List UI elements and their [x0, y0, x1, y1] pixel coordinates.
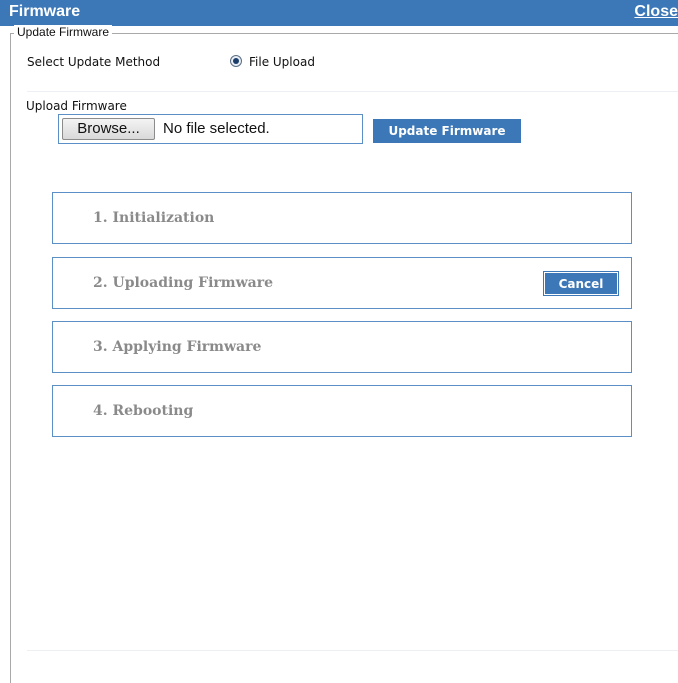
step-initialization: 1. Initialization: [52, 192, 632, 244]
browse-button[interactable]: Browse...: [62, 118, 155, 140]
step-label: 2. Uploading Firmware: [93, 275, 274, 291]
section-divider: [27, 91, 678, 92]
firmware-dialog: Firmware Close Update Firmware Select Up…: [0, 0, 678, 683]
update-firmware-button[interactable]: Update Firmware: [373, 119, 521, 143]
file-upload-radio-label[interactable]: File Upload: [249, 54, 315, 70]
fieldset-legend: Update Firmware: [14, 25, 113, 39]
step-label: 3. Applying Firmware: [93, 339, 262, 355]
file-upload-radio[interactable]: [230, 55, 242, 67]
file-status-text: No file selected.: [163, 120, 270, 137]
title-bar: Firmware Close: [0, 0, 678, 26]
step-label: 1. Initialization: [93, 210, 215, 226]
footer-divider: [27, 650, 678, 651]
file-input[interactable]: Browse... No file selected.: [58, 114, 363, 144]
dialog-title: Firmware: [9, 3, 81, 20]
step-uploading-firmware: 2. Uploading Firmware Cancel: [52, 257, 632, 309]
step-applying-firmware: 3. Applying Firmware: [52, 321, 632, 373]
upload-firmware-label: Upload Firmware: [26, 99, 127, 113]
step-rebooting: 4. Rebooting: [52, 385, 632, 437]
update-method-label: Select Update Method: [27, 55, 161, 69]
cancel-button[interactable]: Cancel: [543, 271, 619, 296]
step-label: 4. Rebooting: [93, 403, 194, 419]
close-link[interactable]: Close: [634, 2, 678, 22]
